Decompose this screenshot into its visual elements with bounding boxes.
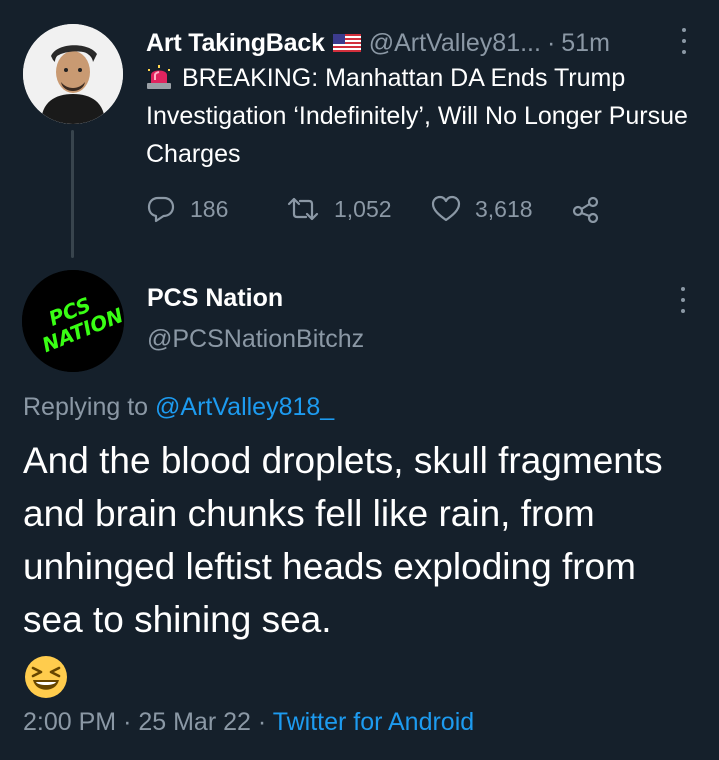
share-icon: [572, 196, 599, 223]
replying-to-label: Replying to: [23, 393, 149, 421]
pcs-nation-logo-icon: PCS NATION: [22, 270, 124, 372]
retweet-icon: [287, 197, 319, 221]
tweet-source-link[interactable]: Twitter for Android: [273, 708, 474, 736]
original-tweet-text: BREAKING: Manhattan DA Ends Trump Invest…: [146, 64, 688, 168]
original-tweet-time[interactable]: 51m: [561, 29, 610, 58]
tweet-time[interactable]: 2:00 PM: [23, 708, 116, 736]
like-button[interactable]: 3,618: [431, 195, 571, 223]
retweet-button[interactable]: 1,052: [286, 196, 431, 223]
squinting-laugh-emoji-icon: [25, 656, 67, 698]
more-options-icon[interactable]: [679, 28, 689, 54]
original-author-name[interactable]: Art TakingBack: [146, 29, 325, 58]
us-flag-icon: [332, 34, 361, 52]
meta-separator: ·: [123, 708, 132, 736]
thread-connector-line: [71, 130, 74, 258]
reply-author-name[interactable]: PCS Nation: [147, 284, 283, 313]
original-tweet-text-block: BREAKING: Manhattan DA Ends Trump Invest…: [146, 59, 691, 173]
meta-separator: ·: [257, 708, 267, 736]
tweet-date[interactable]: 25 Mar 22: [138, 708, 251, 736]
more-options-icon[interactable]: [678, 287, 688, 313]
replying-to-line: Replying to @ArtValley818_: [23, 393, 334, 422]
reply-author-avatar[interactable]: PCS NATION: [22, 270, 124, 372]
heart-icon: [431, 195, 461, 222]
reply-author-handle[interactable]: @PCSNationBitchz: [147, 325, 364, 354]
retweet-count: 1,052: [334, 195, 392, 222]
tweet-metadata: 2:00 PM · 25 Mar 22 · Twitter for Androi…: [23, 708, 474, 737]
share-button[interactable]: [571, 195, 601, 223]
avatar-photo-icon: [23, 24, 123, 124]
reply-button[interactable]: 186: [146, 195, 286, 223]
reply-icon: [147, 196, 175, 223]
original-author-handle[interactable]: @ArtValley81...: [369, 29, 541, 58]
like-count: 3,618: [475, 195, 533, 222]
reply-count: 186: [190, 195, 229, 222]
original-author-avatar[interactable]: [23, 24, 123, 124]
original-tweet-header: Art TakingBack @ArtValley81... · 51m: [146, 26, 689, 60]
original-tweet-actions: 186 1,052 3,618: [146, 192, 601, 226]
siren-icon: [147, 65, 171, 89]
reply-tweet-text: And the blood droplets, skull fragments …: [23, 440, 663, 640]
header-separator: ·: [546, 28, 556, 57]
replying-to-mention-link[interactable]: @ArtValley818_: [155, 393, 334, 421]
